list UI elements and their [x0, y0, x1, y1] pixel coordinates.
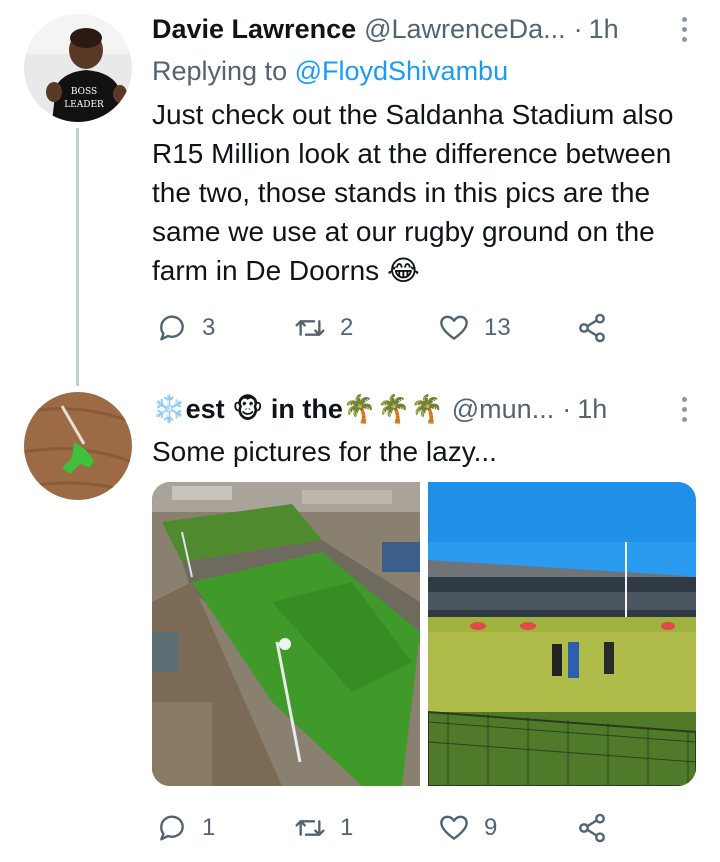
- tweet-header: ❄️est 🐵 in the🌴🌴🌴 @mun... · 1h: [152, 392, 684, 426]
- tweet-1[interactable]: BOSS LEADER Davie Lawrence @LawrenceDa..…: [0, 0, 720, 386]
- replying-to: Replying to @FloydShivambu: [152, 53, 508, 89]
- like-count: 9: [484, 814, 498, 841]
- share-icon: [579, 313, 605, 343]
- share-button[interactable]: [576, 308, 608, 348]
- reply-button[interactable]: 3: [156, 308, 215, 348]
- share-button[interactable]: [576, 808, 608, 848]
- reply-button[interactable]: 1: [156, 808, 215, 848]
- avatar-photo: BOSS LEADER: [24, 14, 132, 122]
- like-button[interactable]: 13: [438, 308, 511, 348]
- avatar[interactable]: BOSS LEADER: [24, 14, 132, 122]
- display-name-part: in the: [270, 394, 343, 424]
- avatar-shirt-text-top: BOSS: [71, 87, 97, 97]
- tweet-media: [152, 482, 696, 786]
- thread-line: [76, 128, 79, 386]
- more-vertical-icon[interactable]: [674, 12, 694, 46]
- retweet-count: 1: [340, 814, 354, 841]
- separator-dot: ·: [562, 394, 572, 424]
- display-name[interactable]: Davie Lawrence: [152, 12, 356, 46]
- retweet-icon: [295, 320, 325, 336]
- reply-count: 1: [202, 814, 216, 841]
- username[interactable]: @mun...: [452, 392, 554, 426]
- timestamp[interactable]: 1h: [577, 392, 607, 426]
- retweet-button[interactable]: 2: [294, 308, 353, 348]
- display-name-part: est: [185, 394, 225, 424]
- reply-count: 3: [202, 314, 216, 341]
- display-name[interactable]: ❄️est 🐵 in the🌴🌴🌴: [152, 392, 444, 426]
- username[interactable]: @LawrenceDa...: [364, 12, 566, 46]
- like-count: 13: [484, 314, 511, 341]
- avatar-photo: [24, 392, 132, 500]
- reply-icon: [160, 815, 184, 841]
- retweet-count: 2: [340, 314, 354, 341]
- like-button[interactable]: 9: [438, 808, 497, 848]
- separator-dot: ·: [573, 14, 583, 44]
- palm-tree-emojis: 🌴🌴🌴: [342, 394, 444, 424]
- snowflake-emoji: ❄️: [152, 394, 186, 424]
- reply-icon: [160, 315, 184, 341]
- tweet-actions: 1 1 9: [156, 808, 626, 848]
- replying-to-mention[interactable]: @FloydShivambu: [295, 56, 509, 86]
- tweet-text: Some pictures for the lazy...: [152, 436, 497, 467]
- timestamp[interactable]: 1h: [589, 12, 619, 46]
- heart-icon: [440, 815, 468, 840]
- monkey-emoji: 🐵: [232, 394, 264, 424]
- retweet-button[interactable]: 1: [294, 808, 353, 848]
- retweet-icon: [295, 820, 325, 836]
- stadium-aerial-photo[interactable]: [152, 482, 420, 786]
- replying-to-label: Replying to: [152, 56, 295, 86]
- rugby-ground-photo[interactable]: [428, 482, 696, 786]
- avatar-shirt-text-bottom: LEADER: [64, 100, 104, 110]
- tweet-header: Davie Lawrence @LawrenceDa... · 1h: [152, 12, 684, 46]
- tweet-actions: 3 2 13: [156, 308, 626, 348]
- share-icon: [579, 813, 605, 843]
- avatar[interactable]: [24, 392, 132, 500]
- more-vertical-icon[interactable]: [674, 392, 694, 426]
- heart-icon: [440, 315, 468, 340]
- tweet-text: Just check out the Saldanha Stadium also…: [152, 99, 674, 286]
